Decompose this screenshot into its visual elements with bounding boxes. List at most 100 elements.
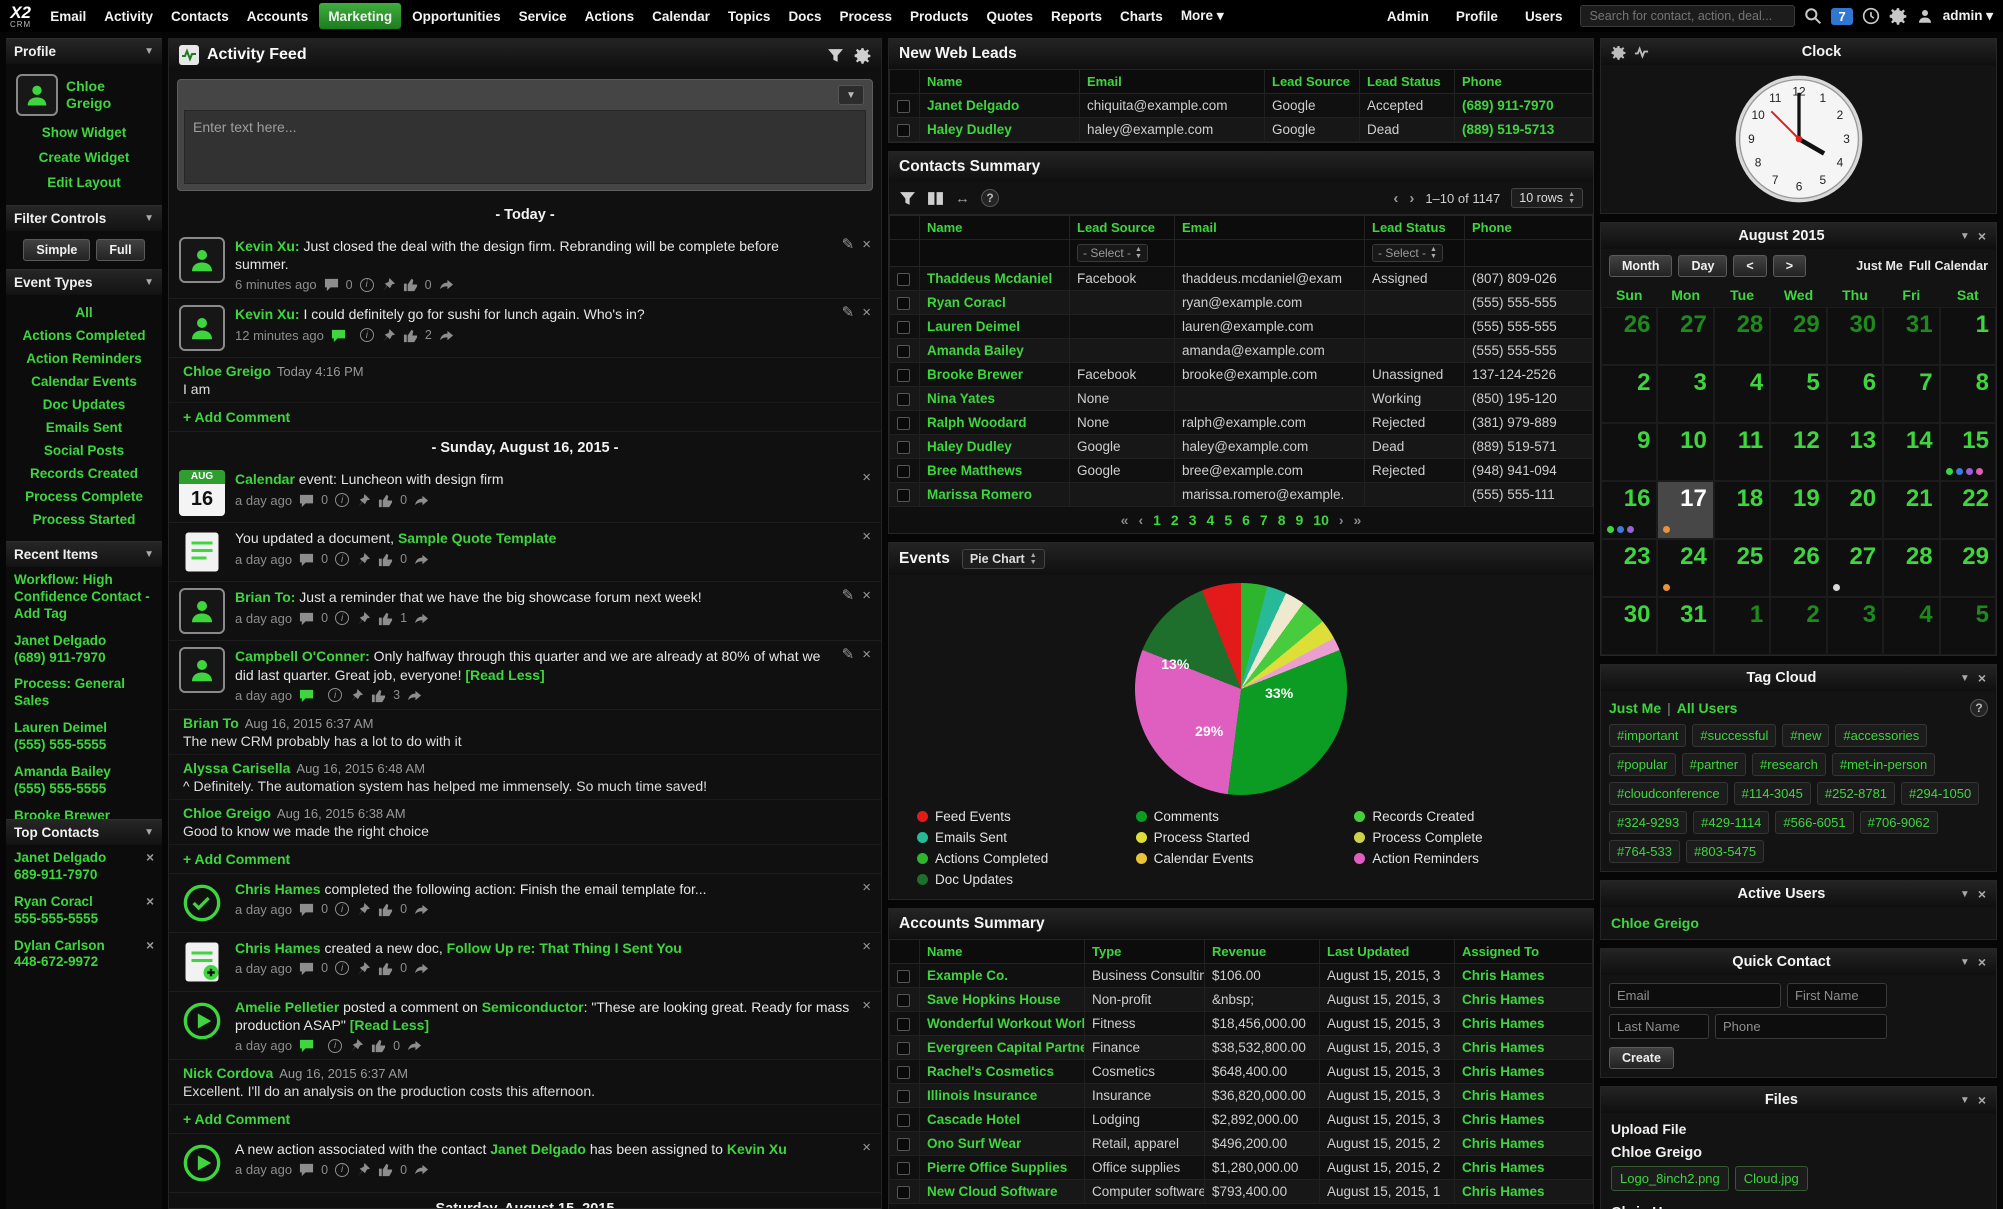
lead-row[interactable]: Haley Dudley haley@example.com Google De… xyxy=(890,118,1593,142)
calendar-day[interactable]: 15 xyxy=(1940,423,1996,481)
account-row[interactable]: Wonderful Workout World Fitness $18,456,… xyxy=(890,1012,1593,1036)
row-checkbox[interactable] xyxy=(897,321,910,334)
delete-icon[interactable]: × xyxy=(862,1140,871,1155)
row-checkbox[interactable] xyxy=(897,393,910,406)
lead-row[interactable]: Janet Delgado chiquita@example.com Googl… xyxy=(890,94,1593,118)
file-chip[interactable]: Logo_8inch2.png xyxy=(1611,1166,1729,1191)
filter-funnel-icon[interactable] xyxy=(827,47,844,64)
info-icon[interactable]: i xyxy=(328,1039,342,1053)
close-icon[interactable]: × xyxy=(1978,228,1986,244)
tag[interactable]: #324-9293 xyxy=(1609,811,1687,834)
pin-icon[interactable] xyxy=(356,611,371,626)
calendar-day[interactable]: 26 xyxy=(1601,307,1657,365)
row-checkbox[interactable] xyxy=(897,465,910,478)
prev-month-button[interactable]: < xyxy=(1733,255,1766,277)
share-icon[interactable] xyxy=(407,1038,422,1053)
share-icon[interactable] xyxy=(414,552,429,567)
like-icon[interactable] xyxy=(371,1038,386,1053)
event-type-filter[interactable]: Action Reminders xyxy=(10,347,158,370)
top-contact[interactable]: Janet Delgado689-911-7970 × xyxy=(6,845,162,889)
like-icon[interactable] xyxy=(378,611,393,626)
add-comment-link[interactable]: + Add Comment xyxy=(169,845,881,874)
calendar-day[interactable]: 18 xyxy=(1714,481,1770,539)
calendar-day[interactable]: 28 xyxy=(1714,307,1770,365)
col-lead-source[interactable]: Lead Source xyxy=(1265,70,1360,94)
delete-icon[interactable]: × xyxy=(862,647,871,662)
help-icon[interactable]: ? xyxy=(981,189,999,207)
gear-icon[interactable] xyxy=(1889,7,1907,25)
nav-item-users[interactable]: Users xyxy=(1516,9,1572,24)
col-lead-status[interactable]: Lead Status xyxy=(1365,216,1465,240)
event-type-filter[interactable]: Actions Completed xyxy=(10,324,158,347)
contact-name[interactable]: Haley Dudley xyxy=(927,439,1012,454)
assigned-user[interactable]: Chris Hames xyxy=(1462,992,1545,1007)
feed-link[interactable]: Follow Up re: That Thing I Sent You xyxy=(447,940,682,956)
phone-field[interactable] xyxy=(1715,1014,1887,1039)
col-name[interactable]: Name xyxy=(920,216,1070,240)
notification-badge[interactable]: 7 xyxy=(1831,8,1852,25)
assigned-user[interactable]: Chris Hames xyxy=(1462,1160,1545,1175)
contact-row[interactable]: Thaddeus Mcdaniel Facebook thaddeus.mcda… xyxy=(890,267,1593,291)
calendar-day[interactable]: 17 xyxy=(1657,481,1713,539)
edit-icon[interactable]: ✎ xyxy=(842,647,855,662)
delete-icon[interactable]: × xyxy=(862,237,871,252)
contact-row[interactable]: Marissa Romero marissa.romero@example. (… xyxy=(890,483,1593,507)
info-icon[interactable]: i xyxy=(335,1163,349,1177)
tag[interactable]: #429-1114 xyxy=(1693,811,1769,834)
row-checkbox[interactable] xyxy=(897,970,910,983)
row-checkbox[interactable] xyxy=(897,1018,910,1031)
row-checkbox[interactable] xyxy=(897,1162,910,1175)
row-checkbox[interactable] xyxy=(897,1090,910,1103)
feed-link[interactable]: [Read Less] xyxy=(465,667,544,683)
account-name[interactable]: Save Hopkins House xyxy=(927,992,1061,1007)
info-icon[interactable]: i xyxy=(335,552,349,566)
comment-icon[interactable] xyxy=(299,1038,314,1053)
calendar-day[interactable]: 27 xyxy=(1657,307,1713,365)
col-last-updated[interactable]: Last Updated xyxy=(1320,940,1455,964)
event-types-header[interactable]: Event Types▼ xyxy=(6,269,162,295)
remove-contact-icon[interactable]: × xyxy=(146,938,154,955)
lead-phone[interactable]: (889) 519-5713 xyxy=(1462,122,1554,137)
feed-author[interactable]: Chris Hames xyxy=(235,940,321,956)
search-input[interactable] xyxy=(1580,5,1795,27)
share-icon[interactable] xyxy=(414,902,429,917)
like-icon[interactable] xyxy=(403,277,418,292)
like-icon[interactable] xyxy=(378,961,393,976)
page-number[interactable]: 9 xyxy=(1296,512,1304,528)
delete-icon[interactable]: × xyxy=(862,588,871,603)
contact-name[interactable]: Ryan Coracl xyxy=(927,295,1006,310)
top-contacts-header[interactable]: Top Contacts▼ xyxy=(6,819,162,845)
nav-item[interactable]: More ▾ xyxy=(1172,0,1233,32)
event-type-filter[interactable]: Emails Sent xyxy=(10,416,158,439)
user-menu[interactable]: admin ▾ xyxy=(1943,8,1993,24)
recent-item[interactable]: Janet Delgado (689) 911-7970 xyxy=(6,628,162,672)
event-type-filter[interactable]: Records Created xyxy=(10,462,158,485)
profile-action-link[interactable]: Show Widget xyxy=(10,120,158,145)
close-icon[interactable]: × xyxy=(1978,886,1986,902)
calendar-day[interactable]: 19 xyxy=(1770,481,1826,539)
tag[interactable]: #cloudconference xyxy=(1609,782,1728,805)
profile-action-link[interactable]: Edit Layout xyxy=(10,170,158,195)
recent-item[interactable]: Brooke Brewer xyxy=(6,803,162,819)
calendar-day[interactable]: 27 xyxy=(1827,539,1883,597)
delete-icon[interactable]: × xyxy=(862,939,871,954)
row-checkbox[interactable] xyxy=(897,297,910,310)
calendar-day[interactable]: 1 xyxy=(1714,597,1770,655)
contact-name[interactable]: Brooke Brewer xyxy=(927,367,1023,382)
pin-icon[interactable] xyxy=(356,961,371,976)
comment-icon[interactable] xyxy=(324,277,339,292)
account-row[interactable]: Save Hopkins House Non-profit &nbsp; Aug… xyxy=(890,988,1593,1012)
page-number[interactable]: 3 xyxy=(1189,512,1197,528)
feed-link[interactable]: Sample Quote Template xyxy=(398,530,556,546)
calendar-day[interactable]: 21 xyxy=(1883,481,1939,539)
pin-icon[interactable] xyxy=(349,1038,364,1053)
pin-icon[interactable] xyxy=(356,493,371,508)
comment-icon[interactable] xyxy=(331,328,346,343)
last-name-field[interactable] xyxy=(1609,1014,1709,1039)
account-name[interactable]: Ono Surf Wear xyxy=(927,1136,1021,1151)
filter-mode-button[interactable]: Full xyxy=(96,239,144,261)
page-number[interactable]: 6 xyxy=(1242,512,1250,528)
month-view-button[interactable]: Month xyxy=(1609,255,1672,277)
calendar-day[interactable]: 8 xyxy=(1940,365,1996,423)
contact-row[interactable]: Haley Dudley Google haley@example.com De… xyxy=(890,435,1593,459)
